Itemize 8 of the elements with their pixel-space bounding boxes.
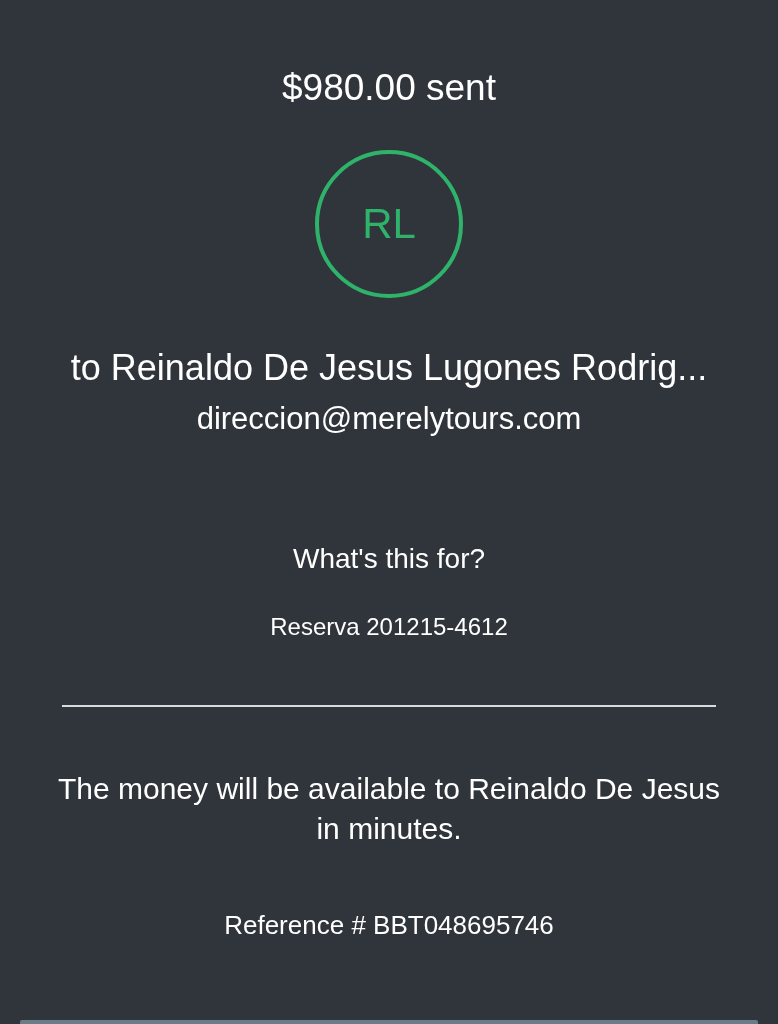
recipient-avatar: RL: [315, 150, 463, 298]
note-value: Reserva 201215-4612: [270, 612, 508, 642]
recipient-email: direccion@merelytours.com: [196, 400, 582, 438]
availability-message: The money will be available to Reinaldo De Jesus in minutes.: [57, 771, 721, 847]
note-label: What's this for?: [292, 542, 486, 576]
amount-sent-title: $980.00 sent: [282, 66, 496, 110]
reference-number: Reference # BBT048695746: [224, 909, 554, 941]
recipient-name: to Reinaldo De Jesus Lugones Rodrig...: [70, 346, 708, 390]
